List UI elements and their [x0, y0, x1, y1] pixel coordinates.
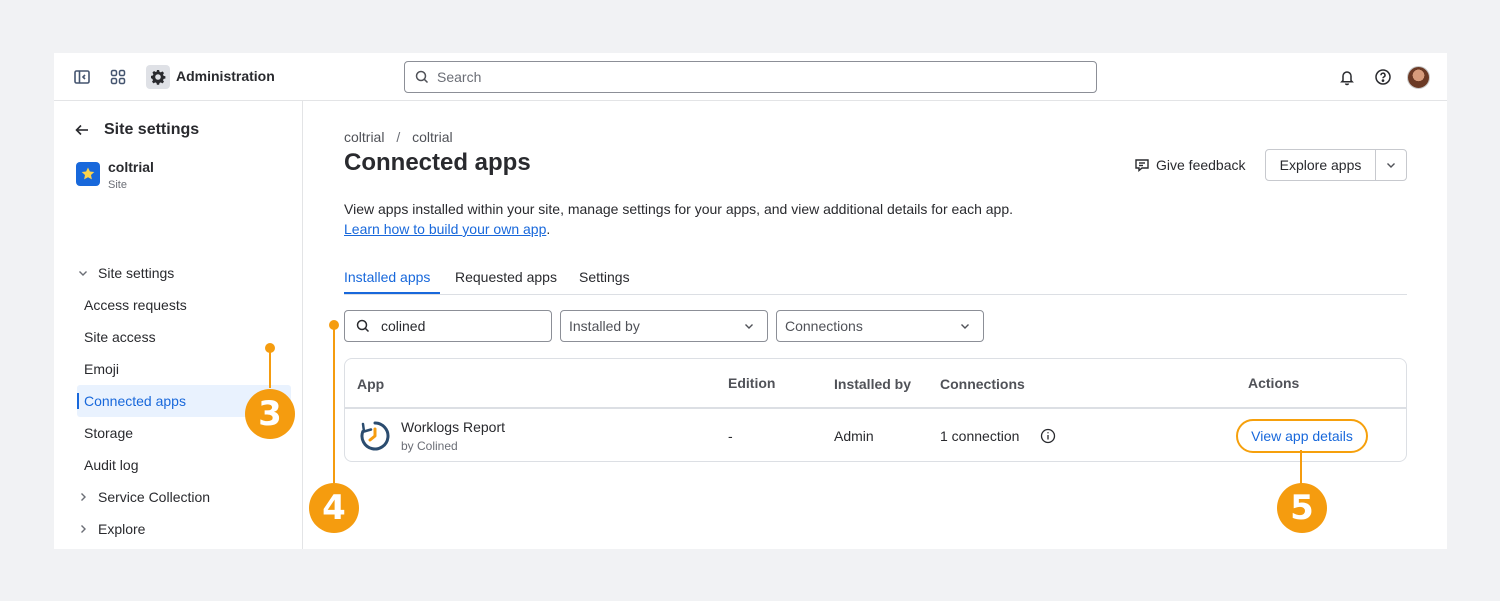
help-icon[interactable] — [1373, 67, 1393, 87]
sidebar-item-audit-log[interactable]: Audit log — [84, 457, 138, 473]
sidebar-item-storage[interactable]: Storage — [84, 425, 133, 441]
worklogs-clock-icon — [360, 421, 390, 451]
tab-bar: Installed apps Requested apps Settings — [344, 267, 1407, 295]
connections-placeholder: Connections — [785, 318, 863, 334]
tab-installed-apps[interactable]: Installed apps — [344, 269, 430, 285]
app-connections: 1 connection — [940, 428, 1020, 444]
breadcrumb: coltrial / coltrial — [344, 129, 453, 145]
search-placeholder: Search — [437, 69, 482, 85]
back-to-site-settings[interactable]: Site settings — [74, 121, 199, 139]
page-description: View apps installed within your site, ma… — [344, 199, 1013, 239]
app-vendor: by Colined — [401, 439, 458, 453]
chevron-down-icon — [961, 324, 969, 329]
global-search-input[interactable]: Search — [404, 61, 1097, 93]
user-avatar[interactable] — [1407, 66, 1430, 89]
top-navigation-bar: Administration Search — [54, 53, 1447, 101]
callout-badge-3: 3 — [245, 389, 295, 439]
sidebar-heading: Site settings — [104, 121, 200, 138]
chevron-right-icon — [81, 493, 86, 501]
sidebar-group-label: Explore — [98, 521, 146, 537]
installed-by-select[interactable]: Installed by — [560, 310, 768, 342]
active-tab-indicator — [344, 292, 440, 294]
admin-window: Administration Search Site settings colt… — [54, 53, 1447, 549]
sidebar-item-access-requests[interactable]: Access requests — [84, 297, 187, 313]
column-header-installed-by[interactable]: Installed by — [834, 376, 911, 392]
star-icon — [81, 167, 95, 180]
learn-build-app-link[interactable]: Learn how to build your own app — [344, 221, 546, 237]
callout-badge-5: 5 — [1277, 483, 1327, 533]
sidebar-item-emoji[interactable]: Emoji — [84, 361, 119, 377]
sidebar-active-indicator — [77, 393, 79, 409]
explore-apps-split-button[interactable]: Explore apps — [1265, 149, 1407, 181]
tab-requested-apps[interactable]: Requested apps — [455, 269, 557, 285]
give-feedback-button[interactable]: Give feedback — [1134, 157, 1246, 173]
gear-icon — [151, 70, 166, 85]
site-name: coltrial — [108, 159, 154, 175]
chevron-down-icon — [745, 324, 753, 329]
app-switcher-icon[interactable] — [108, 67, 128, 87]
page-title: Connected apps — [344, 149, 531, 176]
installed-by-placeholder: Installed by — [569, 318, 640, 334]
sidebar-group-label: Site settings — [98, 265, 175, 281]
app-search-value: colined — [381, 318, 426, 334]
feedback-icon — [1135, 159, 1149, 172]
breadcrumb-separator: / — [396, 129, 401, 145]
column-header-actions: Actions — [1248, 375, 1300, 391]
search-icon — [415, 70, 429, 84]
chevron-down-icon — [79, 271, 87, 276]
site-logo — [76, 162, 100, 186]
app-name[interactable]: Worklogs Report — [401, 419, 505, 435]
description-suffix: . — [546, 221, 551, 237]
apps-table: App Edition Installed by Connections Act… — [344, 358, 1407, 462]
app-title[interactable]: Administration — [176, 68, 275, 84]
bell-icon[interactable] — [1337, 67, 1357, 87]
site-type: Site — [108, 179, 127, 191]
search-icon — [356, 319, 370, 333]
tab-settings[interactable]: Settings — [579, 269, 630, 285]
column-header-edition[interactable]: Edition — [728, 375, 775, 391]
sidebar: Site settings coltrial Site Site setting… — [54, 101, 303, 549]
explore-apps-dropdown[interactable] — [1376, 150, 1406, 180]
column-header-connections[interactable]: Connections — [940, 376, 1025, 392]
column-header-app[interactable]: App — [357, 376, 384, 392]
chevron-right-icon — [81, 525, 86, 533]
view-app-details-link[interactable]: View app details — [1236, 419, 1368, 453]
callout-badge-4: 4 — [309, 483, 359, 533]
chevron-down-icon — [1387, 163, 1395, 168]
app-edition: - — [728, 428, 733, 444]
sidebar-group-label: Service Collection — [98, 489, 211, 505]
info-icon[interactable] — [1040, 428, 1056, 444]
breadcrumb-item[interactable]: coltrial — [412, 129, 452, 145]
sidebar-item-connected-apps[interactable]: Connected apps — [84, 393, 186, 409]
description-text: View apps installed within your site, ma… — [344, 201, 1014, 217]
callout-connector-line — [1300, 450, 1302, 484]
administration-logo[interactable] — [146, 65, 170, 89]
app-installed-by: Admin — [834, 428, 874, 444]
sidebar-toggle-icon[interactable] — [72, 67, 92, 87]
sidebar-group-site-settings[interactable]: Site settings — [76, 265, 174, 281]
arrow-left-icon — [75, 124, 88, 136]
give-feedback-label: Give feedback — [1156, 157, 1246, 173]
sidebar-group-explore[interactable]: Explore — [76, 521, 145, 537]
table-header-divider — [345, 407, 1406, 409]
explore-apps-button[interactable]: Explore apps — [1266, 150, 1376, 180]
callout-connector-line — [269, 348, 271, 388]
breadcrumb-item[interactable]: coltrial — [344, 129, 384, 145]
connections-select[interactable]: Connections — [776, 310, 984, 342]
sidebar-group-service-collection[interactable]: Service Collection — [76, 489, 210, 505]
app-search-input[interactable]: colined — [344, 310, 552, 342]
callout-connector-line — [333, 325, 335, 483]
sidebar-item-site-access[interactable]: Site access — [84, 329, 156, 345]
